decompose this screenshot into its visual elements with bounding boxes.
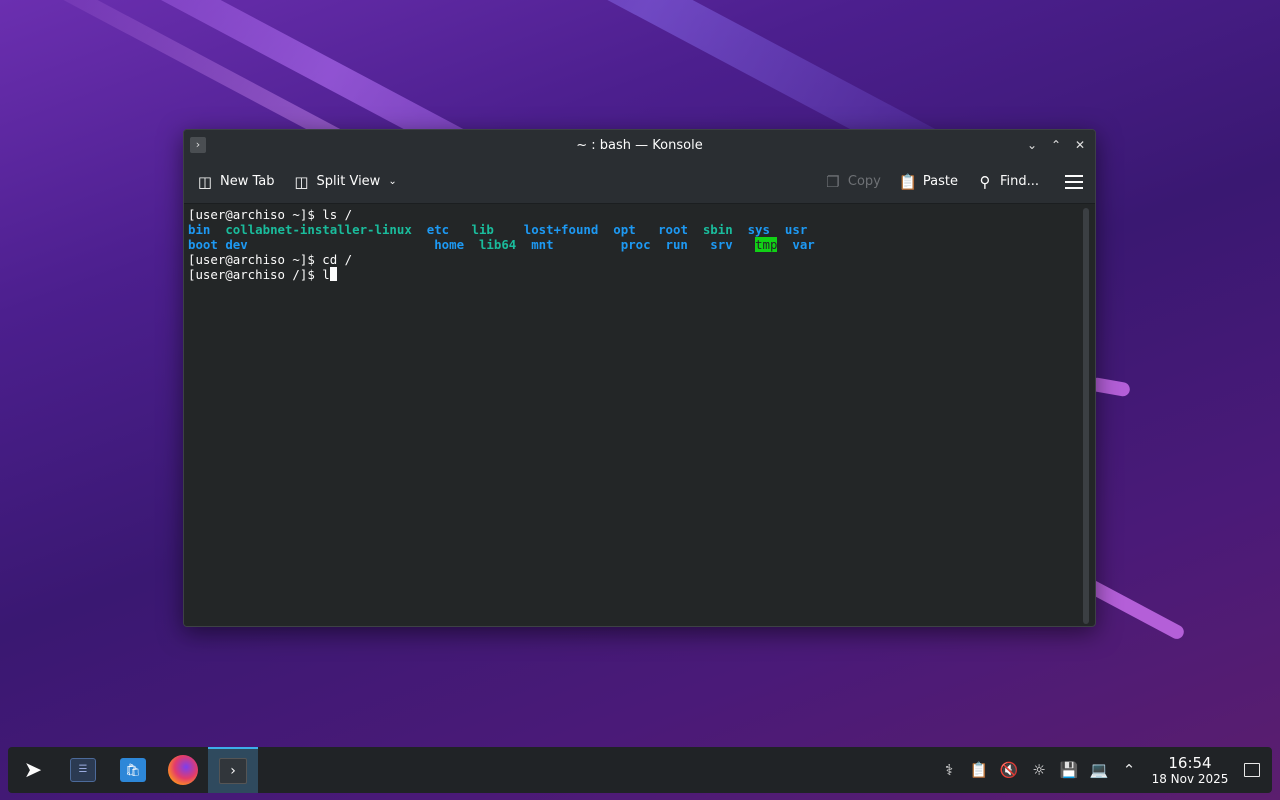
- prompt: [user@archiso ~]$: [188, 207, 323, 222]
- dir-entry: collabnet-installer-linux: [225, 222, 412, 237]
- scrollbar[interactable]: [1083, 208, 1089, 624]
- dir-entry: root: [658, 222, 688, 237]
- disk-icon[interactable]: 💾: [1054, 761, 1084, 779]
- clipboard-icon[interactable]: 📋: [964, 761, 994, 779]
- settings-icon: ☰: [70, 758, 96, 782]
- taskbar: ➤ ☰ 🛍 › ⚕ 📋 🔇 ☼ 💾 💻 ⌃ 16:54 18 Nov 2025: [8, 747, 1272, 793]
- dir-entry: var: [792, 237, 815, 252]
- minimize-icon[interactable]: ⌄: [1023, 136, 1041, 154]
- launcher-icon: ➤: [23, 757, 43, 783]
- paste-label: Paste: [922, 174, 958, 189]
- terminal-line: boot dev home lib64 mnt proc run srv tmp…: [188, 237, 1077, 252]
- dir-entry: home: [434, 237, 465, 252]
- window-titlebar[interactable]: › ~ : bash — Konsole ⌄ ⌃ ✕: [184, 130, 1095, 160]
- text-cursor: [329, 267, 337, 281]
- terminal-output[interactable]: [user@archiso ~]$ ls / bin collabnet-inst…: [184, 204, 1081, 626]
- terminal-line: [user@archiso ~]$ ls /: [188, 207, 1077, 222]
- dir-entry: opt: [613, 222, 636, 237]
- brightness-icon[interactable]: ☼: [1024, 761, 1054, 779]
- terminal-line: [user@archiso /]$ l: [188, 267, 1077, 282]
- prompt: [user@archiso /]$: [188, 267, 323, 282]
- dir-entry: etc: [426, 222, 450, 237]
- store-icon: 🛍: [120, 758, 146, 782]
- konsole-task[interactable]: ›: [208, 747, 258, 793]
- split-view-button[interactable]: ◫ Split View ⌄: [293, 172, 396, 191]
- dir-entry: sbin: [702, 222, 733, 237]
- dir-entry: proc: [620, 237, 651, 252]
- dir-entry: lost+found: [523, 222, 599, 237]
- firefox-icon: [168, 755, 198, 785]
- dir-entry: run: [665, 237, 688, 252]
- dir-entry: usr: [784, 222, 808, 237]
- toolbar: ◫ New Tab ◫ Split View ⌄ ❐ Copy 📋 Paste …: [184, 160, 1095, 204]
- prompt: [user@archiso ~]$: [188, 252, 323, 267]
- terminal-icon: ›: [219, 758, 247, 784]
- find-button[interactable]: ⚲ Find...: [976, 173, 1039, 191]
- display-icon[interactable]: 💻: [1084, 761, 1114, 779]
- clock-time: 16:54: [1168, 753, 1212, 772]
- dir-entry: tmp: [755, 237, 778, 252]
- copy-label: Copy: [847, 174, 881, 189]
- paste-icon: 📋: [898, 172, 918, 191]
- window-controls: ⌄ ⌃ ✕: [1023, 136, 1089, 154]
- close-icon[interactable]: ✕: [1071, 136, 1089, 154]
- hamburger-menu-icon[interactable]: [1065, 174, 1083, 189]
- show-desktop-button[interactable]: [1232, 763, 1272, 777]
- dir-entry: lib64: [478, 237, 517, 252]
- system-settings-task[interactable]: ☰: [58, 747, 108, 793]
- show-desktop-icon: [1244, 763, 1260, 777]
- new-tab-label: New Tab: [220, 174, 275, 189]
- dir-entry: boot: [188, 237, 218, 252]
- paste-button[interactable]: 📋 Paste: [899, 173, 958, 191]
- command: l: [322, 267, 330, 282]
- system-tray: ⚕ 📋 🔇 ☼ 💾 💻 ⌃ 16:54 18 Nov 2025: [934, 747, 1272, 793]
- command: cd /: [322, 252, 353, 267]
- dir-entry: mnt: [531, 237, 554, 252]
- copy-button[interactable]: ❐ Copy: [824, 173, 881, 191]
- split-view-icon: ◫: [294, 172, 309, 191]
- dir-entry: bin: [188, 222, 211, 237]
- maximize-icon[interactable]: ⌃: [1047, 136, 1065, 154]
- volume-muted-icon[interactable]: 🔇: [994, 761, 1024, 779]
- copy-icon: ❐: [826, 172, 840, 191]
- terminal-line: [user@archiso ~]$ cd /: [188, 252, 1077, 267]
- dir-entry: sys: [747, 222, 770, 237]
- split-view-label: Split View: [316, 174, 381, 189]
- konsole-window: › ~ : bash — Konsole ⌄ ⌃ ✕ ◫ New Tab ◫ S…: [183, 129, 1096, 627]
- window-title: ~ : bash — Konsole: [576, 137, 703, 153]
- dir-entry: dev: [225, 237, 248, 252]
- firefox-task[interactable]: [158, 747, 208, 793]
- network-icon[interactable]: ⚕: [934, 761, 964, 779]
- chevron-up-icon[interactable]: ⌃: [1114, 761, 1144, 779]
- new-tab-button[interactable]: ◫ New Tab: [196, 173, 275, 191]
- search-icon: ⚲: [979, 172, 991, 191]
- terminal-line: bin collabnet-installer-linux etc lib lo…: [188, 222, 1077, 237]
- chevron-down-icon[interactable]: ⌄: [388, 176, 396, 187]
- new-tab-icon: ◫: [197, 172, 213, 191]
- dir-entry: srv: [710, 237, 733, 252]
- discover-task[interactable]: 🛍: [108, 747, 158, 793]
- konsole-app-icon[interactable]: ›: [190, 137, 206, 153]
- digital-clock[interactable]: 16:54 18 Nov 2025: [1148, 753, 1232, 786]
- find-label: Find...: [999, 174, 1039, 189]
- application-launcher-button[interactable]: ➤: [8, 747, 58, 793]
- command: ls /: [322, 207, 353, 222]
- dir-entry: lib: [471, 222, 494, 237]
- clock-date: 18 Nov 2025: [1151, 771, 1229, 786]
